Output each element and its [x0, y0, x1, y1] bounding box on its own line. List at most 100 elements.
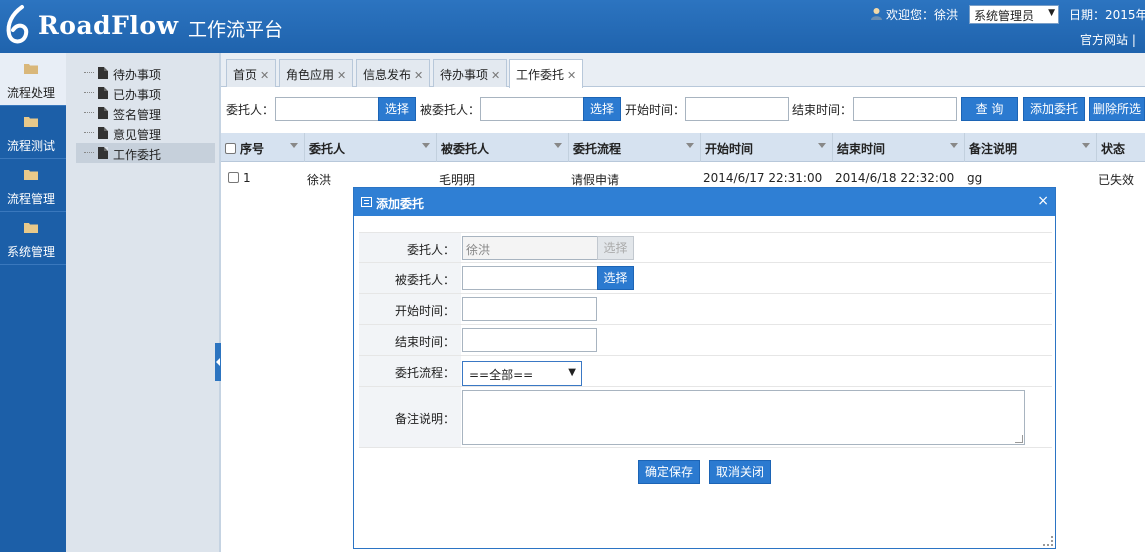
close-icon[interactable]: ✕ [414, 69, 423, 82]
sort-icon[interactable] [818, 143, 826, 148]
delegatee-select-button[interactable]: 选择 [597, 266, 634, 290]
row-checkbox[interactable] [228, 172, 239, 183]
column-header-delegator[interactable]: 委托人 [305, 133, 437, 162]
sort-icon[interactable] [422, 143, 430, 148]
nav-item-label: 系统管理 [7, 245, 56, 259]
document-icon [98, 67, 108, 79]
document-icon [98, 147, 108, 159]
grid-header: 序号 委托人 被委托人 委托流程 开始时间 结束时间 备注说明 状态 [221, 133, 1145, 162]
nav-item-system-manage[interactable]: 系统管理 [0, 212, 66, 265]
tab-home[interactable]: 首页 ✕ [226, 59, 277, 87]
column-header-remark[interactable]: 备注说明 [965, 133, 1097, 162]
sort-icon[interactable] [290, 143, 298, 148]
document-icon [98, 127, 108, 139]
left-nav: 流程处理 流程测试 流程管理 系统管理 [0, 53, 66, 552]
tree-item-signature[interactable]: 签名管理 [76, 103, 215, 123]
sort-icon[interactable] [554, 143, 562, 148]
tab-info-publish[interactable]: 信息发布 ✕ [356, 59, 431, 87]
flow-select[interactable]: ==全部== ▼ [462, 361, 582, 386]
nav-item-flow-test[interactable]: 流程测试 [0, 106, 66, 159]
delegator-field[interactable]: 徐洪 [462, 236, 598, 260]
tree-item-label: 签名管理 [113, 108, 162, 122]
tab-label: 待办事项 [440, 68, 489, 82]
add-delegation-button[interactable]: 添加委托 [1023, 97, 1085, 121]
field-label: 委托流程： [359, 356, 461, 386]
close-icon[interactable]: ✕ [337, 69, 346, 82]
tab-delegation[interactable]: 工作委托 ✕ [509, 59, 584, 88]
column-header-end[interactable]: 结束时间 [833, 133, 965, 162]
dialog-title: 添加委托 [376, 197, 425, 211]
search-button[interactable]: 查 询 [961, 97, 1018, 121]
close-icon[interactable]: ✕ [491, 69, 500, 82]
tree-item-label: 工作委托 [113, 148, 162, 162]
tab-label: 首页 [233, 68, 258, 82]
tab-todo[interactable]: 待办事项 ✕ [433, 59, 508, 87]
remark-textarea[interactable] [462, 390, 1025, 445]
app-header: RoadFlow 工作流平台 欢迎您：徐洪 系统管理员 ▼ 日期：2015年 官… [0, 0, 1145, 53]
tree-item-label: 意见管理 [113, 128, 162, 142]
function-tree: 待办事项 已办事项 签名管理 意见管理 工作委托 [66, 53, 219, 552]
cell-delegator: 徐洪 [307, 173, 332, 187]
column-header-status[interactable]: 状态 [1097, 133, 1145, 162]
start-time-input[interactable] [685, 97, 789, 121]
close-icon[interactable]: ✕ [567, 69, 576, 82]
tab-bar: 首页 ✕ 角色应用 ✕ 信息发布 ✕ 待办事项 ✕ 工作委托 ✕ [221, 53, 1145, 88]
tab-role-app[interactable]: 角色应用 ✕ [279, 59, 354, 87]
dialog-titlebar[interactable]: 添加委托 × [354, 188, 1055, 216]
chevron-down-icon: ▼ [568, 367, 576, 378]
tree-item-done[interactable]: 已办事项 [76, 83, 215, 103]
column-header-start[interactable]: 开始时间 [701, 133, 833, 162]
end-time-input[interactable] [853, 97, 957, 121]
delegator-input[interactable] [275, 97, 379, 121]
resize-handle-icon[interactable] [1015, 435, 1023, 443]
end-time-label: 结束时间： [792, 103, 853, 117]
document-icon [98, 87, 108, 99]
delegator-select-button[interactable]: 选择 [378, 97, 416, 121]
sort-icon[interactable] [950, 143, 958, 148]
form-row-flow: 委托流程： ==全部== ▼ [359, 356, 1052, 387]
list-icon [361, 197, 372, 207]
close-icon[interactable]: × [1037, 193, 1049, 209]
tree-item-todo[interactable]: 待办事项 [76, 63, 215, 83]
logo-text: RoadFlow [38, 11, 179, 40]
delegatee-input[interactable] [480, 97, 584, 121]
dialog-resize-icon[interactable] [1043, 536, 1053, 546]
delegator-label: 委托人： [226, 103, 275, 117]
delegatee-field[interactable] [462, 266, 598, 290]
select-all-checkbox[interactable] [225, 143, 236, 154]
column-header-flow[interactable]: 委托流程 [569, 133, 701, 162]
welcome-text: 欢迎您：徐洪 [886, 8, 959, 22]
field-label: 备注说明： [359, 387, 461, 447]
cell-end: 2014/6/18 22:32:00 [835, 171, 955, 185]
close-icon[interactable]: ✕ [260, 69, 269, 82]
role-select[interactable]: 系统管理员 ▼ [969, 5, 1059, 24]
official-site-link[interactable]: 官方网站 | [1080, 31, 1136, 48]
cell-delegatee: 毛明明 [439, 173, 476, 187]
save-button[interactable]: 确定保存 [638, 460, 700, 484]
end-time-field[interactable] [462, 328, 597, 352]
delete-selected-button[interactable]: 删除所选 [1089, 97, 1145, 121]
column-header-delegatee[interactable]: 被委托人 [437, 133, 569, 162]
column-header-no[interactable]: 序号 [221, 133, 305, 162]
tab-label: 工作委托 [516, 68, 565, 82]
sort-icon[interactable] [1082, 143, 1090, 148]
form-row-remark: 备注说明： [359, 387, 1052, 448]
folder-icon [24, 64, 38, 74]
tree-item-opinion[interactable]: 意见管理 [76, 123, 215, 143]
field-label: 委托人： [359, 233, 461, 262]
tree-item-delegation[interactable]: 工作委托 [76, 143, 215, 163]
cell-no: 1 [228, 171, 251, 185]
query-bar: 委托人： 选择 被委托人： 选择 开始时间： 结束时间： 查 询 添加委托 删除… [221, 93, 1145, 127]
start-time-field[interactable] [462, 297, 597, 321]
cancel-close-button[interactable]: 取消关闭 [709, 460, 771, 484]
add-delegation-dialog: 添加委托 × 委托人： 徐洪 选择 被委托人： 选择 开始时间： 结束时间： 委… [353, 187, 1056, 549]
sort-icon[interactable] [686, 143, 694, 148]
cell-start: 2014/6/17 22:31:00 [703, 171, 823, 185]
cell-remark: gg [967, 171, 983, 185]
nav-item-flow-process[interactable]: 流程处理 [0, 53, 66, 106]
nav-item-flow-manage[interactable]: 流程管理 [0, 159, 66, 212]
folder-icon [24, 223, 38, 233]
tree-item-label: 已办事项 [113, 88, 162, 102]
logo-icon [6, 5, 29, 44]
delegatee-select-button[interactable]: 选择 [583, 97, 621, 121]
